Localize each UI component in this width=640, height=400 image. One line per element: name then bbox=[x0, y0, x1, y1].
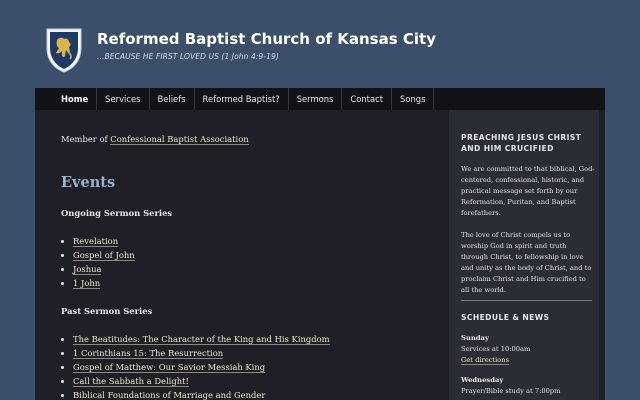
content-wrapper: Home Services Beliefs Reformed Baptist? … bbox=[35, 88, 605, 400]
list-item: Joshua bbox=[73, 262, 135, 276]
schedule-sunday-services: Services at 10:00am bbox=[461, 345, 531, 353]
sidebar: PREACHING JESUS CHRIST AND HIM CRUCIFIED… bbox=[449, 110, 599, 400]
get-directions-link[interactable]: Get directions bbox=[461, 356, 510, 365]
schedule-day-wednesday: Wednesday bbox=[461, 376, 504, 384]
sermon-series-link[interactable]: Gospel of John bbox=[73, 250, 135, 261]
ongoing-series-list: Revelation Gospel of John Joshua 1 John bbox=[61, 234, 135, 290]
nav-item-reformed-baptist[interactable]: Reformed Baptist? bbox=[195, 88, 289, 110]
list-item: 1 John bbox=[73, 276, 135, 290]
past-series-list: The Beatitudes: The Character of the Kin… bbox=[61, 332, 330, 400]
list-item: Gospel of Matthew: Our Savior Messiah Ki… bbox=[73, 360, 330, 374]
nav-item-sermons[interactable]: Sermons bbox=[289, 88, 343, 110]
site-title[interactable]: Reformed Baptist Church of Kansas City bbox=[97, 30, 436, 48]
nav-item-songs[interactable]: Songs bbox=[392, 88, 435, 110]
list-item: 1 Corinthians 15: The Resurrection bbox=[73, 346, 330, 360]
schedule-wednesday-study: Prayer/Bible study at 7:00pm bbox=[461, 387, 561, 395]
sidebar-divider bbox=[461, 300, 592, 301]
site-tagline: ...BECAUSE HE FIRST LOVED US (1 John 4:9… bbox=[97, 52, 279, 61]
nav-item-contact[interactable]: Contact bbox=[342, 88, 392, 110]
list-item: Gospel of John bbox=[73, 248, 135, 262]
sermon-series-link[interactable]: The Beatitudes: The Character of the Kin… bbox=[73, 334, 330, 345]
lion-shield-icon[interactable] bbox=[44, 26, 84, 74]
membership-line: Member of Confessional Baptist Associati… bbox=[61, 134, 249, 145]
ongoing-series-heading: Ongoing Sermon Series bbox=[61, 208, 173, 218]
sermon-series-link[interactable]: Revelation bbox=[73, 236, 119, 247]
nav-item-services[interactable]: Services bbox=[97, 88, 150, 110]
sidebar-paragraph-commitment: We are committed to that biblical, God-c… bbox=[461, 165, 595, 217]
nav-item-beliefs[interactable]: Beliefs bbox=[150, 88, 195, 110]
confessional-baptist-association-link[interactable]: Confessional Baptist Association bbox=[110, 134, 249, 145]
sidebar-mission-widget: PREACHING JESUS CHRIST AND HIM CRUCIFIED… bbox=[461, 132, 595, 296]
nav-item-home[interactable]: Home bbox=[35, 88, 98, 110]
main-content: Member of Confessional Baptist Associati… bbox=[61, 110, 431, 400]
sermon-series-link[interactable]: Gospel of Matthew: Our Savior Messiah Ki… bbox=[73, 362, 266, 373]
list-item: Revelation bbox=[73, 234, 135, 248]
list-item: Biblical Foundations of Marriage and Gen… bbox=[73, 388, 330, 400]
sermon-series-link[interactable]: Biblical Foundations of Marriage and Gen… bbox=[73, 390, 266, 400]
sermon-series-link[interactable]: 1 John bbox=[73, 278, 101, 289]
sermon-series-link[interactable]: Joshua bbox=[73, 264, 102, 275]
sermon-series-link[interactable]: 1 Corinthians 15: The Resurrection bbox=[73, 348, 224, 359]
schedule-day-sunday: Sunday bbox=[461, 334, 489, 342]
site-header: Reformed Baptist Church of Kansas City .… bbox=[0, 0, 640, 88]
main-navigation: Home Services Beliefs Reformed Baptist? … bbox=[35, 88, 605, 110]
sidebar-heading-schedule: SCHEDULE & NEWS bbox=[461, 313, 550, 322]
events-heading: Events bbox=[61, 174, 116, 191]
member-prefix: Member of bbox=[61, 134, 108, 144]
list-item: Call the Sabbath a Delight! bbox=[73, 374, 330, 388]
sidebar-schedule-widget: SCHEDULE & NEWS Sunday Services at 10:00… bbox=[461, 312, 595, 397]
list-item: The Beatitudes: The Character of the Kin… bbox=[73, 332, 330, 346]
sermon-series-link[interactable]: Call the Sabbath a Delight! bbox=[73, 376, 189, 387]
sidebar-paragraph-love-of-christ: The love of Christ compels us to worship… bbox=[461, 231, 592, 294]
sidebar-heading-preaching: PREACHING JESUS CHRIST AND HIM CRUCIFIED bbox=[461, 133, 582, 153]
past-series-heading: Past Sermon Series bbox=[61, 306, 153, 316]
